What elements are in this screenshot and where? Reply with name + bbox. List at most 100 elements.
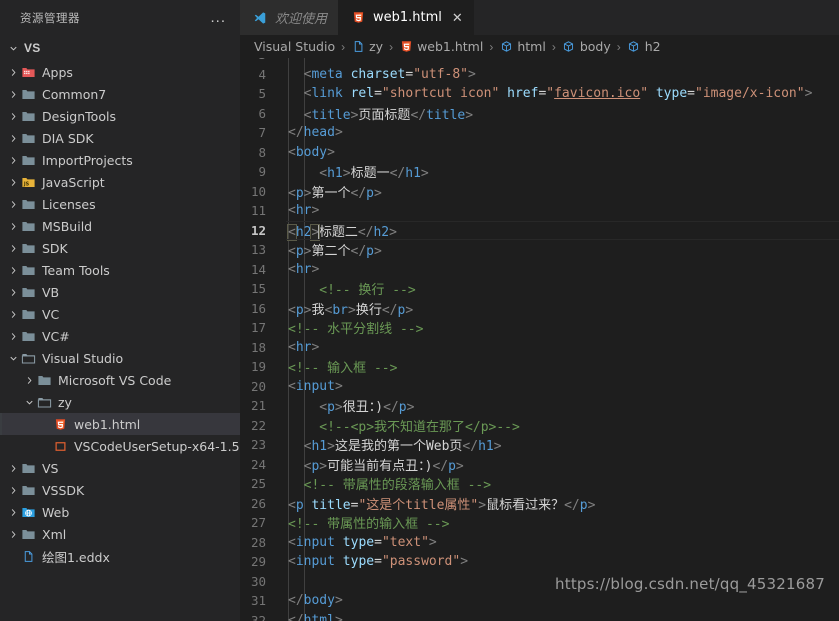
code-line[interactable]: 20 <input> [240,377,839,397]
tree-folder-item[interactable]: JS JavaScript [0,171,240,193]
chevron-right-icon[interactable] [6,108,20,124]
tree-folder-item[interactable]: VSSDK [0,479,240,501]
tree-folder-item[interactable]: Team Tools [0,259,240,281]
code-token: < [288,203,296,219]
code-token: </ [288,125,304,141]
tree-folder-item[interactable]: Apps [0,61,240,83]
chevron-right-icon[interactable] [6,130,20,146]
folder-open-icon [36,394,52,410]
code-line[interactable]: 30 [240,572,839,592]
code-line[interactable]: 24 <p>可能当前有点丑：)</p> [240,455,839,475]
code-editor[interactable]: 3<head>4<meta charset="utf-8">5<link rel… [240,58,839,621]
code-line[interactable]: 26 <p title="这是个title属性">鼠标看过来？</p> [240,494,839,514]
chevron-right-icon[interactable] [6,460,20,476]
code-line[interactable]: 32 </html> [240,611,839,621]
tree-folder-item[interactable]: VB [0,281,240,303]
tree-folder-item[interactable]: Xml [0,523,240,545]
breadcrumb-label: web1.html [417,39,484,54]
tree-folder-item[interactable]: Licenses [0,193,240,215]
chevron-right-icon[interactable] [6,196,20,212]
tree-root-vs[interactable]: VS [0,35,240,61]
code-line[interactable]: 18 <hr> [240,338,839,358]
tree-folder-item[interactable]: Microsoft VS Code [0,369,240,391]
tree-folder-item[interactable]: Web [0,501,240,523]
chevron-right-icon[interactable] [6,482,20,498]
code-line-text: <!-- 输入框 --> [286,357,397,376]
code-line[interactable]: 5 <link rel="shortcut icon" href="favicon… [240,84,839,104]
chevron-right-icon[interactable] [6,86,20,102]
tree-file-item[interactable]: web1.html [0,413,240,435]
code-line[interactable]: 21 <p>很丑：)</p> [240,396,839,416]
chevron-right-icon[interactable] [6,64,20,80]
code-line[interactable]: 29 <input type="password"> [240,552,839,572]
chevron-right-icon[interactable] [6,526,20,542]
code-token: </ [564,497,580,513]
tree-folder-item[interactable]: VC [0,303,240,325]
breadcrumb-item[interactable]: web1.html [399,39,483,55]
code-token: > [373,244,382,260]
chevron-right-icon[interactable] [6,152,20,168]
explorer-more-actions-icon[interactable]: ... [210,10,226,25]
chevron-right-icon[interactable] [6,218,20,234]
explorer-sidebar: 资源管理器 ... VS Apps Common7 DesignTools DIA S… [0,0,240,621]
tree-folder-item[interactable]: Visual Studio [0,347,240,369]
editor-tab[interactable]: web1.html ✕ [338,0,474,35]
breadcrumb-item[interactable]: zy [351,39,383,55]
code-line[interactable]: 4 <meta charset="utf-8"> [240,65,839,85]
tree-folder-item[interactable]: MSBuild [0,215,240,237]
code-token: > [334,125,343,141]
chevron-right-icon[interactable] [6,174,20,190]
code-line[interactable]: 23 <h1>这是我的第一个Web页</h1> [240,435,839,455]
chevron-right-icon[interactable] [6,504,20,520]
close-icon[interactable]: ✕ [452,11,463,24]
code-line[interactable]: 25 <!-- 带属性的段落输入框 --> [240,474,839,494]
chevron-right-icon[interactable] [6,328,20,344]
breadcrumb-item[interactable]: Visual Studio [254,39,335,54]
code-line[interactable]: 8 <body> [240,143,839,163]
breadcrumb-item[interactable]: h2 [627,39,661,55]
code-line[interactable]: 15 <!-- 换行 --> [240,279,839,299]
tree-folder-item[interactable]: ImportProjects [0,149,240,171]
folder-web-icon [20,504,36,520]
chevron-down-icon[interactable] [22,394,36,410]
code-line[interactable]: 6 <title>页面标题</title> [240,104,839,124]
code-token: p [295,302,304,318]
chevron-down-icon[interactable] [6,350,20,366]
tree-file-item[interactable]: 绘图1.eddx [0,545,240,567]
folder-icon [20,526,36,542]
code-line[interactable]: 10 <p>第一个</p> [240,182,839,202]
code-line[interactable]: 27 <!-- 带属性的输入框 --> [240,513,839,533]
code-line[interactable]: 31 </body> [240,591,839,611]
code-line[interactable]: 14 <hr> [240,260,839,280]
tree-folder-item[interactable]: DesignTools [0,105,240,127]
code-line[interactable]: 17 <!-- 水平分割线 --> [240,318,839,338]
line-number: 21 [250,398,266,414]
chevron-right-icon[interactable] [6,262,20,278]
code-line[interactable]: 22 <!--<p>我不知道在那了</p>--> [240,416,839,436]
tree-folder-item[interactable]: VC# [0,325,240,347]
tree-folder-item[interactable]: DIA SDK [0,127,240,149]
tree-folder-item[interactable]: VS [0,457,240,479]
code-token: < [288,144,296,160]
code-line[interactable]: 13 <p>第二个</p> [240,240,839,260]
tree-folder-item[interactable]: zy [0,391,240,413]
code-line-text: <h1>标题一</h1> [286,162,428,181]
tree-file-item[interactable]: VSCodeUserSetup-x64-1.53.2.exe [0,435,240,457]
editor-tab[interactable]: 欢迎使用 [240,0,339,35]
chevron-right-icon[interactable] [6,284,20,300]
chevron-right-icon[interactable] [22,372,36,388]
code-line[interactable]: 7 </head> [240,123,839,143]
code-line[interactable]: 28 <input type="text"> [240,533,839,553]
code-line[interactable]: 16 <p>我<br>换行</p> [240,299,839,319]
tree-folder-item[interactable]: SDK [0,237,240,259]
chevron-right-icon[interactable] [6,306,20,322]
tree-folder-item[interactable]: Common7 [0,83,240,105]
code-line-active[interactable]: 12 <h2>标题二</h2> [240,220,839,241]
breadcrumb-item[interactable]: html [499,39,546,55]
code-line[interactable]: 9 <h1>标题一</h1> [240,162,839,182]
code-line-text: <!-- 水平分割线 --> [286,318,423,337]
code-line[interactable]: 11 <hr> [240,201,839,221]
code-line[interactable]: 19 <!-- 输入框 --> [240,357,839,377]
breadcrumb-item[interactable]: body [562,39,611,55]
chevron-right-icon[interactable] [6,240,20,256]
